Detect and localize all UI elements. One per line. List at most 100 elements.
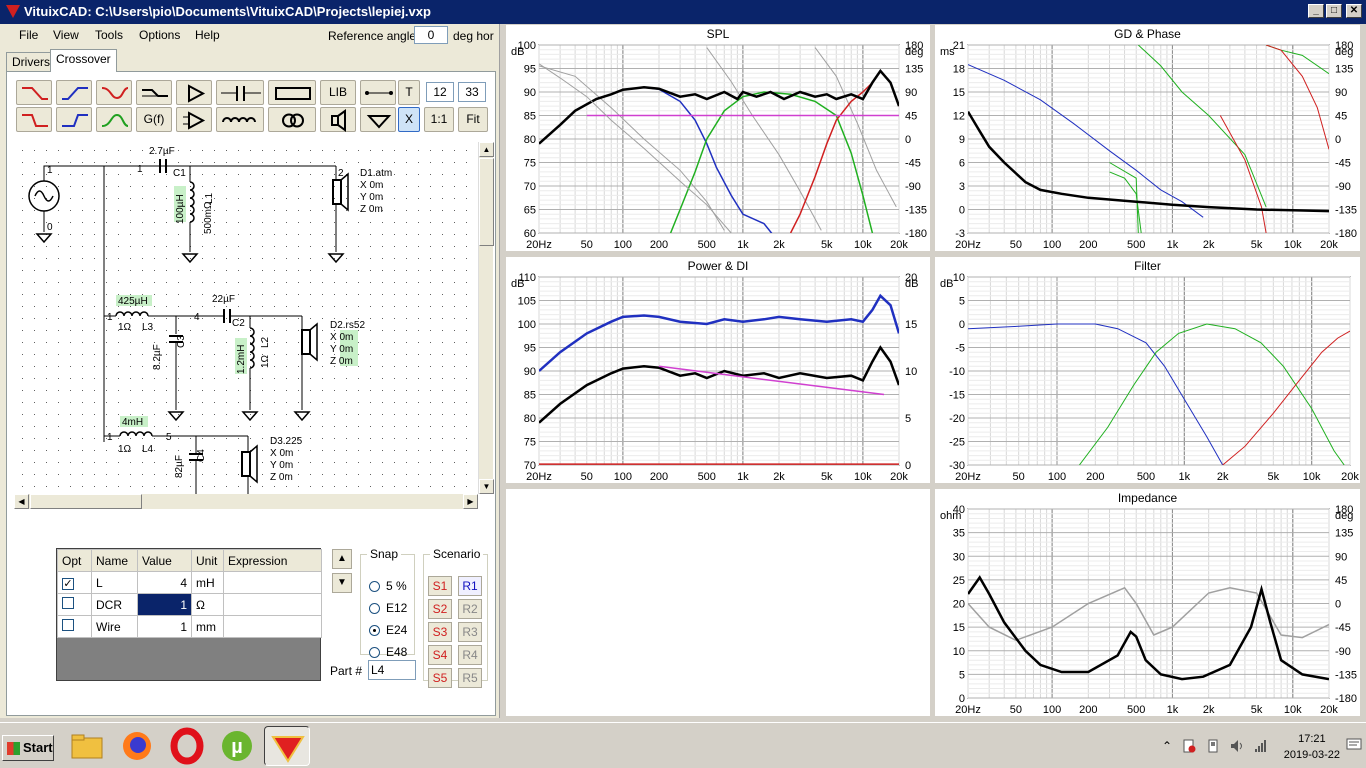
lowpass-1st-button[interactable] <box>16 80 52 105</box>
capacitor-button[interactable] <box>216 80 264 105</box>
close-button[interactable]: ✕ <box>1346 4 1362 18</box>
spl-chart[interactable]: SPL 100 95 90 85 80 75 70 65 60 dB 180 135 90 45 0 -45-… <box>506 25 930 251</box>
explorer-taskbar-button[interactable] <box>64 726 110 766</box>
start-button[interactable]: Start <box>2 735 54 761</box>
x-tick-label: 2k <box>1203 704 1215 716</box>
opt-checkbox[interactable] <box>62 597 74 609</box>
transfer-function-button[interactable]: G(f) <box>136 107 172 132</box>
shelf-button[interactable] <box>136 80 172 105</box>
move-down-button[interactable]: ▼ <box>332 573 352 593</box>
table-row[interactable]: ✓ L 4 mH <box>57 571 322 594</box>
pin-label: 0 <box>47 222 53 233</box>
schematic-vscroll[interactable]: ▲ ▼ <box>478 142 494 494</box>
zoom-fit-button[interactable]: Fit <box>458 107 488 132</box>
hscroll-thumb[interactable] <box>30 494 142 509</box>
snap-e48[interactable]: E48 <box>369 645 407 659</box>
vituixcad-taskbar-button[interactable] <box>264 726 310 766</box>
scenario-s3[interactable]: S3 <box>428 622 452 642</box>
opera-taskbar-button[interactable] <box>164 726 210 766</box>
x-tick-label: 500 <box>698 471 716 483</box>
scroll-up-icon[interactable]: ▲ <box>479 142 494 157</box>
pin-label: 5 <box>166 432 172 443</box>
amplifier-button[interactable] <box>176 80 212 105</box>
filter-chart[interactable]: Filter 10 5 0 -5 -10 -15 -20 -25 -30 dB 20Hz 50 100 2… <box>935 257 1360 483</box>
reference-angle-input[interactable] <box>414 26 448 44</box>
prop-expression[interactable] <box>223 615 322 638</box>
scenario-s1[interactable]: S1 <box>428 576 452 596</box>
notifications-icon[interactable] <box>1346 737 1362 751</box>
scenario-s4[interactable]: S4 <box>428 645 452 665</box>
grid-size-b[interactable]: 33 <box>458 82 486 102</box>
scroll-left-icon[interactable]: ◀ <box>14 494 29 509</box>
inductor-button[interactable] <box>216 107 264 132</box>
minimize-button[interactable]: _ <box>1308 4 1324 18</box>
move-up-button[interactable]: ▲ <box>332 549 352 569</box>
schematic-canvas[interactable]: 1 0 2.7µF C1 1 100µH 500mΩ L1 2 D1.atm X 0m Y 0m Z 0… <box>14 142 478 494</box>
bandpass-button[interactable] <box>96 107 132 132</box>
scenario-s5[interactable]: S5 <box>428 668 452 688</box>
driver-button[interactable] <box>320 107 356 132</box>
pin-label: 1 <box>137 164 143 175</box>
d1-driver-symbol <box>332 172 349 212</box>
tab-drivers[interactable]: Drivers <box>6 52 56 72</box>
scenario-r1[interactable]: R1 <box>458 576 482 596</box>
resistor-button[interactable] <box>268 80 316 105</box>
scenario-r4[interactable]: R4 <box>458 645 482 665</box>
ground-button[interactable] <box>360 107 396 132</box>
zoom-1-1-button[interactable]: 1:1 <box>424 107 454 132</box>
prop-expression[interactable] <box>223 593 322 616</box>
tab-crossover[interactable]: Crossover <box>50 49 117 72</box>
firefox-taskbar-button[interactable] <box>114 726 160 766</box>
device-icon[interactable] <box>1206 739 1220 753</box>
menu-file[interactable]: File <box>19 28 38 42</box>
scenario-s2[interactable]: S2 <box>428 599 452 619</box>
scroll-right-icon[interactable]: ▶ <box>463 494 478 509</box>
prop-value[interactable]: 1 <box>137 593 192 616</box>
utorrent-taskbar-button[interactable]: µ <box>214 726 260 766</box>
scroll-down-icon[interactable]: ▼ <box>479 479 494 494</box>
menu-tools[interactable]: Tools <box>95 28 123 42</box>
power-di-chart[interactable]: Power & DI 110 105 100 95 90 85 80 75 70 dB 20 15 10… <box>506 257 930 483</box>
opamp-button[interactable] <box>176 107 212 132</box>
opt-checkbox[interactable] <box>62 619 74 631</box>
network-icon[interactable] <box>1254 739 1268 753</box>
maximize-button[interactable]: □ <box>1326 4 1342 18</box>
vscroll-thumb[interactable] <box>479 158 494 246</box>
schematic-hscroll[interactable]: ◀ ▶ <box>14 494 478 509</box>
bandstop-button[interactable] <box>96 80 132 105</box>
highpass-2nd-button[interactable] <box>56 107 92 132</box>
menu-view[interactable]: View <box>53 28 79 42</box>
action-center-icon[interactable] <box>1182 739 1196 753</box>
gd-phase-chart[interactable]: GD & Phase 21 18 15 12 9 6 3 0 -3 ms 180 135 90 45 0 -4… <box>935 25 1360 251</box>
prop-value[interactable]: 1 <box>137 615 192 638</box>
scenario-r2[interactable]: R2 <box>458 599 482 619</box>
x-tick-label: 50 <box>581 239 593 251</box>
prop-expression[interactable] <box>223 571 322 594</box>
snap-5pct[interactable]: 5 % <box>369 579 407 593</box>
table-row[interactable]: DCR 1 Ω <box>57 593 322 616</box>
text-button[interactable]: T <box>398 80 420 105</box>
radio-icon <box>369 647 380 659</box>
impedance-chart[interactable]: Impedance 40 35 30 25 20 15 10 5 0 ohm 180 135 90 45 0… <box>935 489 1360 716</box>
menu-help[interactable]: Help <box>195 28 220 42</box>
opt-checkbox[interactable]: ✓ <box>62 577 74 590</box>
table-row[interactable]: Wire 1 mm <box>57 615 322 638</box>
menu-options[interactable]: Options <box>139 28 180 42</box>
prop-value[interactable]: 4 <box>137 571 192 594</box>
snap-e12[interactable]: E12 <box>369 601 407 615</box>
volume-icon[interactable] <box>1230 739 1244 753</box>
grid-size-a[interactable]: 12 <box>426 82 454 102</box>
part-number-input[interactable] <box>368 660 416 680</box>
snap-e24[interactable]: E24 <box>369 623 407 637</box>
lowpass-2nd-button[interactable] <box>16 107 52 132</box>
clock[interactable]: 17:21 2019-03-22 <box>1284 731 1340 763</box>
highpass-1st-button[interactable] <box>56 80 92 105</box>
x-toggle-button[interactable]: X <box>398 107 420 132</box>
wire-button[interactable] <box>360 80 396 105</box>
tray-expand-icon[interactable]: ⌃ <box>1160 739 1174 753</box>
scenario-r3[interactable]: R3 <box>458 622 482 642</box>
scenario-r5[interactable]: R5 <box>458 668 482 688</box>
transformer-button[interactable] <box>268 107 316 132</box>
d1-x: X 0m <box>360 180 383 191</box>
library-button[interactable]: LIB <box>320 80 356 105</box>
